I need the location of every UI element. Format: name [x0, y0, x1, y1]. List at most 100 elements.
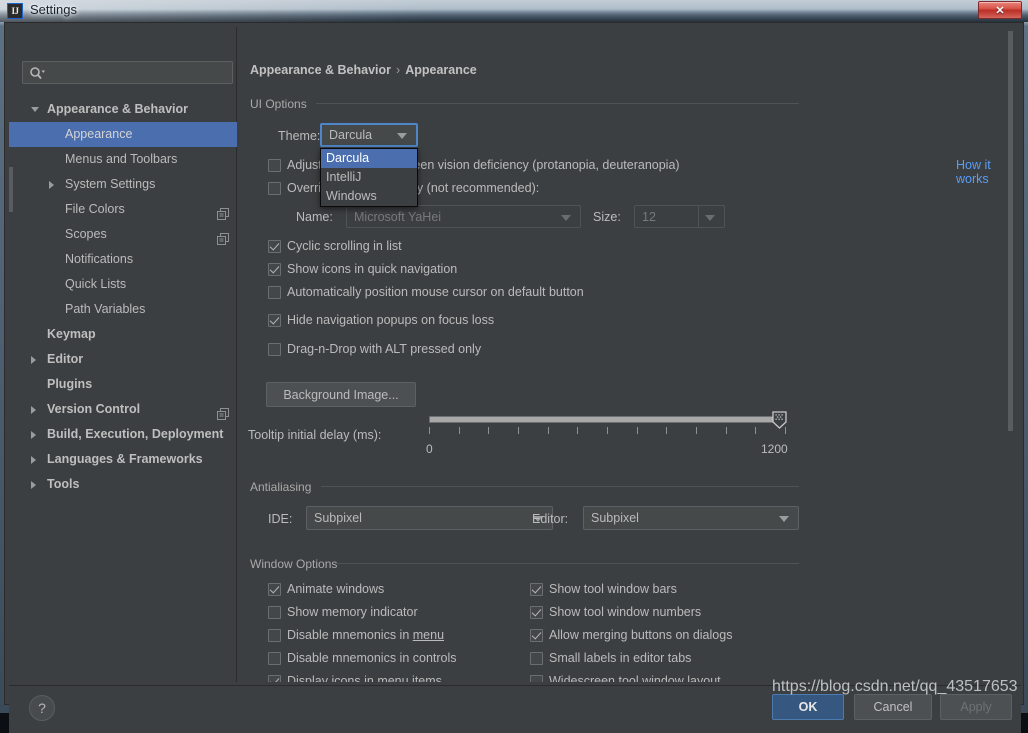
intellij-logo-icon: IJ: [7, 3, 23, 19]
copy-icon: [217, 204, 229, 220]
slider-tick: [548, 427, 549, 434]
window-option-checkbox[interactable]: [530, 583, 543, 596]
window-option-checkbox[interactable]: [530, 629, 543, 642]
close-icon: ✕: [995, 4, 1005, 17]
slider-tick: [577, 427, 578, 434]
slider-tick: [518, 427, 519, 434]
sidebar-item-label: File Colors: [65, 202, 125, 216]
sidebar-item-appearance-behavior[interactable]: Appearance & Behavior: [9, 97, 237, 122]
chevron-right-icon[interactable]: [31, 481, 36, 489]
close-button[interactable]: ✕: [978, 1, 1022, 19]
copy-icon: [217, 229, 229, 245]
sidebar-item-languages-frameworks[interactable]: Languages & Frameworks: [9, 447, 237, 472]
sidebar-item-menus-and-toolbars[interactable]: Menus and Toolbars: [9, 147, 237, 172]
chevron-right-icon[interactable]: [31, 456, 36, 464]
window-option-checkbox[interactable]: [268, 583, 281, 596]
chevron-right-icon[interactable]: [49, 181, 54, 189]
sidebar-item-label: Plugins: [47, 377, 93, 391]
sidebar-item-tools[interactable]: Tools: [9, 472, 237, 497]
font-size-value: 12: [642, 209, 656, 224]
sidebar-item-keymap[interactable]: Keymap: [9, 322, 237, 347]
tooltip-delay-max-label: 1200: [761, 442, 788, 456]
ui-option-checkbox[interactable]: [268, 240, 281, 253]
override-fonts-checkbox[interactable]: [268, 182, 281, 195]
sidebar-item-appearance[interactable]: Appearance: [9, 122, 237, 147]
search-input[interactable]: [22, 61, 233, 84]
theme-option-darcula[interactable]: Darcula: [321, 149, 417, 168]
window-option-label: Disable mnemonics in menu: [287, 628, 445, 642]
slider-tick: [666, 427, 667, 434]
sidebar-item-version-control[interactable]: Version Control: [9, 397, 237, 422]
window-option-checkbox[interactable]: [268, 606, 281, 619]
editor-antialiasing-combobox[interactable]: Subpixel: [583, 506, 799, 530]
font-name-combobox[interactable]: Microsoft YaHei: [346, 205, 581, 228]
sidebar-item-system-settings[interactable]: System Settings: [9, 172, 237, 197]
window-option-checkbox[interactable]: [268, 652, 281, 665]
breadcrumb-root[interactable]: Appearance & Behavior: [250, 63, 391, 77]
window-option-checkbox[interactable]: [530, 675, 543, 682]
ide-antialiasing-combobox[interactable]: Subpixel: [306, 506, 553, 530]
antialiasing-group-label: Antialiasing: [250, 480, 312, 494]
tooltip-delay-slider-track[interactable]: [429, 416, 786, 423]
ui-option-checkbox[interactable]: [268, 314, 281, 327]
theme-combobox-value: Darcula: [329, 128, 373, 142]
adjust-colors-checkbox[interactable]: [268, 159, 281, 172]
sidebar-item-editor[interactable]: Editor: [9, 347, 237, 372]
sidebar-item-label: Editor: [47, 352, 84, 366]
breadcrumb: Appearance & Behavior › Appearance: [250, 63, 477, 77]
cancel-button[interactable]: Cancel: [854, 694, 932, 720]
window-frame: Appearance & Behavior Appearance Menus and…: [0, 22, 1028, 733]
window-option-label: Show memory indicator: [287, 605, 418, 619]
sidebar-item-build-execution-deployment[interactable]: Build, Execution, Deployment: [9, 422, 237, 447]
sidebar-item-scopes[interactable]: Scopes: [9, 222, 237, 247]
sidebar-item-quick-lists[interactable]: Quick Lists: [9, 272, 237, 297]
ui-option-checkbox[interactable]: [268, 263, 281, 276]
slider-tick: [488, 427, 489, 434]
sidebar-item-file-colors[interactable]: File Colors: [9, 197, 237, 222]
editor-antialiasing-label: Editor:: [532, 512, 569, 526]
theme-combobox[interactable]: Darcula: [320, 123, 418, 147]
ok-button[interactable]: OK: [772, 694, 844, 720]
window-options-group-label: Window Options: [250, 557, 338, 571]
window-option-checkbox[interactable]: [268, 675, 281, 682]
ui-option-checkbox[interactable]: [268, 343, 281, 356]
sidebar-item-path-variables[interactable]: Path Variables: [9, 297, 237, 322]
chevron-right-icon[interactable]: [31, 431, 36, 439]
content-scrollbar[interactable]: [1008, 31, 1013, 431]
breadcrumb-separator-icon: ›: [396, 63, 401, 77]
ui-options-group-label: UI Options: [250, 97, 307, 111]
font-name-value: Microsoft YaHei: [354, 209, 442, 224]
chevron-down-icon: [779, 516, 789, 522]
window-option-checkbox[interactable]: [530, 606, 543, 619]
window-option-label: Allow merging buttons on dialogs: [549, 628, 733, 642]
theme-label: Theme:: [278, 129, 321, 143]
font-name-label: Name:: [296, 210, 333, 224]
window-option-label: Small labels in editor tabs: [549, 651, 692, 665]
how-it-works-link[interactable]: How it works: [956, 158, 1013, 186]
titlebar-shade: [0, 0, 1028, 22]
sidebar-item-label: Appearance: [65, 127, 133, 141]
chevron-down-icon: [705, 214, 715, 221]
sidebar-item-label: Scopes: [65, 227, 107, 241]
help-button[interactable]: ?: [29, 695, 55, 721]
sidebar-item-label: Path Variables: [65, 302, 146, 316]
ide-antialiasing-value: Subpixel: [314, 511, 362, 525]
background-image-button[interactable]: Background Image...: [266, 382, 416, 407]
tooltip-delay-label: Tooltip initial delay (ms):: [248, 428, 382, 442]
chevron-right-icon[interactable]: [31, 406, 36, 414]
chevron-right-icon[interactable]: [31, 356, 36, 364]
theme-option-intellij[interactable]: IntelliJ: [321, 168, 417, 187]
tooltip-delay-slider-thumb[interactable]: [772, 411, 787, 429]
theme-option-windows[interactable]: Windows: [321, 187, 417, 206]
breadcrumb-leaf: Appearance: [405, 63, 477, 77]
window-option-checkbox[interactable]: [268, 629, 281, 642]
chevron-down-icon[interactable]: [31, 107, 39, 116]
sidebar-item-plugins[interactable]: Plugins: [9, 372, 237, 397]
ui-option-checkbox[interactable]: [268, 286, 281, 299]
sidebar-item-notifications[interactable]: Notifications: [9, 247, 237, 272]
theme-dropdown-list[interactable]: Darcula IntelliJ Windows: [320, 148, 418, 207]
window-option-checkbox[interactable]: [530, 652, 543, 665]
chevron-down-icon: [561, 214, 571, 221]
font-size-combobox[interactable]: 12: [634, 205, 725, 228]
ui-option-label: Cyclic scrolling in list: [287, 239, 402, 253]
